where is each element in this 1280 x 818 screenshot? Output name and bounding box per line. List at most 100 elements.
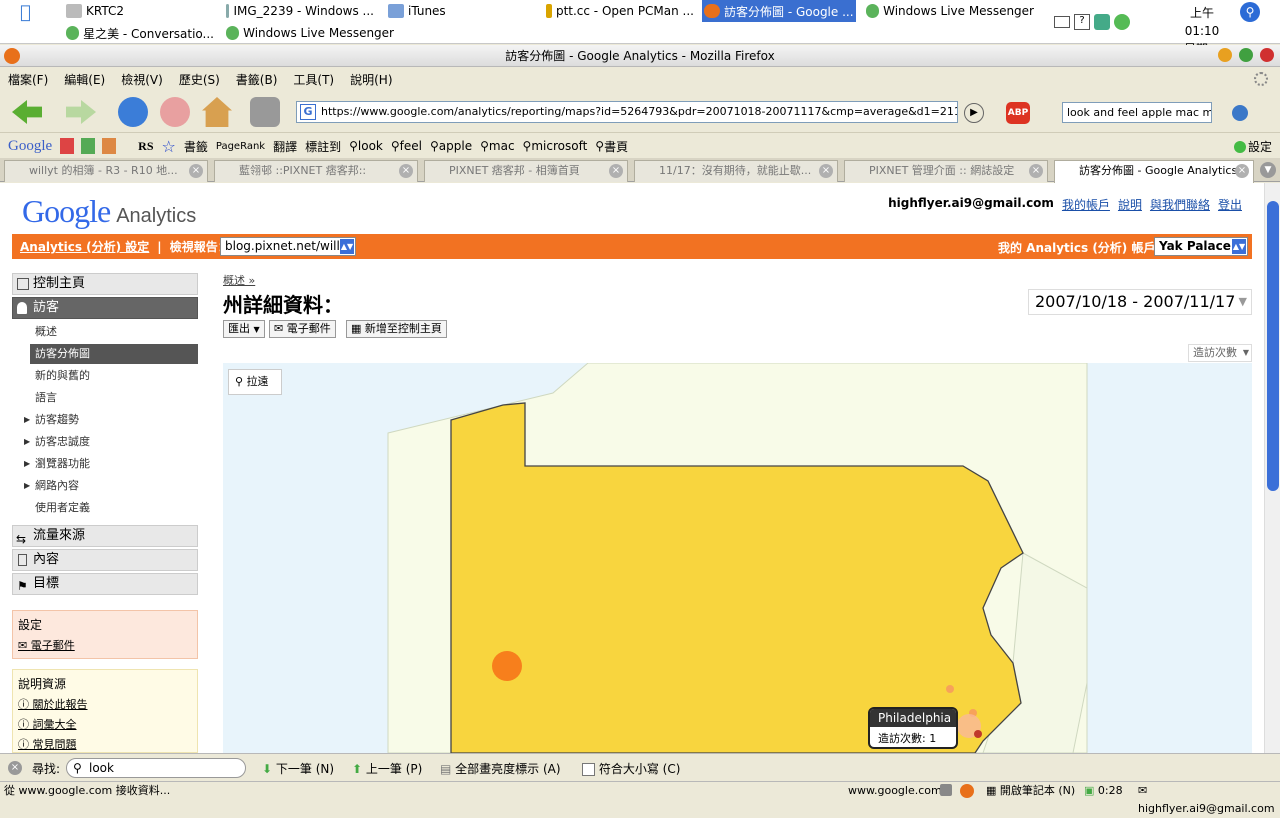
stop-icon[interactable] — [160, 97, 190, 127]
rs-button[interactable]: RS — [138, 139, 153, 154]
scrollbar-thumb[interactable] — [1267, 201, 1279, 491]
sidebar-traffic-sources[interactable]: ⇆ 流量來源 — [12, 525, 198, 547]
firefox-status-icon[interactable] — [960, 784, 974, 798]
adblock-icon[interactable]: ABP — [1006, 102, 1030, 124]
search-engine-icon[interactable] — [1232, 105, 1248, 121]
menu-edit[interactable]: 編輯(E) — [64, 71, 105, 88]
search-look-button[interactable]: ⚲ look — [349, 139, 383, 153]
visit-marker-1[interactable] — [492, 651, 522, 681]
translate-button[interactable]: 翻譯 — [273, 138, 297, 155]
reload-icon[interactable] — [118, 97, 148, 127]
task-analytics[interactable]: 訪客分佈圖 - Google ... — [702, 0, 856, 22]
menu-view[interactable]: 檢視(V) — [121, 71, 163, 88]
search-apple-button[interactable]: ⚲ apple — [430, 139, 472, 153]
menu-bookmarks[interactable]: 書籤(B) — [236, 71, 278, 88]
find-next-button[interactable]: ⬇ 下一筆 (N) — [262, 760, 334, 777]
maximize-button[interactable] — [1239, 48, 1253, 62]
bookmarks-button[interactable]: 書籤 — [184, 138, 208, 155]
back-icon[interactable] — [12, 100, 42, 124]
menu-file[interactable]: 檔案(F) — [8, 71, 48, 88]
email-button[interactable]: ✉ 電子郵件 — [269, 320, 336, 338]
task-itunes[interactable]: iTunes — [386, 0, 536, 22]
close-tab-icon[interactable]: × — [1029, 164, 1043, 178]
task-conversation[interactable]: 星之美 - Conversatio... — [64, 22, 214, 44]
sidebar-visitors[interactable]: 訪客 — [12, 297, 198, 319]
sidebar-overview[interactable]: 概述 — [30, 322, 198, 342]
close-tab-icon[interactable]: × — [189, 164, 203, 178]
buddy-icon[interactable] — [1114, 14, 1130, 30]
email-settings-link[interactable]: ✉ 電子郵件 — [18, 637, 192, 653]
analytics-settings-link[interactable]: Analytics (分析) 設定 — [20, 238, 149, 255]
settings-button[interactable]: 設定 — [1234, 138, 1272, 155]
gmail-notifier[interactable]: ✉ highflyer.ai9@gmail.com — [1138, 782, 1280, 818]
sidebar-goals[interactable]: ⚑ 目標 — [12, 573, 198, 595]
tab-pixnet-album[interactable]: PIXNET 痞客邦 - 相簿首頁 × — [424, 160, 628, 182]
close-button[interactable] — [1260, 48, 1274, 62]
help-link[interactable]: 說明 — [1118, 196, 1142, 213]
sidebar-new-vs-returning[interactable]: 新的與舊的 — [30, 366, 198, 386]
highlight-all-button[interactable]: ▤ 全部畫亮度標示 (A) — [440, 760, 561, 777]
search-field[interactable]: look and feel apple mac mi — [1062, 102, 1212, 123]
spotlight-icon[interactable]: ⚲ — [1240, 2, 1260, 22]
tab-list-icon[interactable]: ▼ — [1260, 162, 1276, 178]
help-faq[interactable]: ⓘ 常見問題 — [18, 736, 192, 752]
highlight-button[interactable]: 標註到 — [305, 138, 341, 155]
help-icon[interactable]: ? — [1074, 14, 1090, 30]
sidebar-map-overlay[interactable]: 訪客分佈圖 — [30, 344, 198, 364]
contact-link[interactable]: 與我們聯絡 — [1150, 196, 1210, 213]
metric-select[interactable]: 造訪次數 ▼ — [1188, 344, 1252, 362]
close-tab-icon[interactable]: × — [819, 164, 833, 178]
menu-tools[interactable]: 工具(T) — [293, 71, 334, 88]
task-krtc2[interactable]: KRTC2 — [64, 0, 214, 22]
tab-willyt-album[interactable]: willyt 的相簿 - R3 - R10 地... × — [4, 160, 208, 182]
task-messenger[interactable]: Windows Live Messenger — [864, 0, 1034, 22]
close-find-icon[interactable]: × — [8, 761, 22, 775]
google-analytics-logo[interactable]: Google Analytics — [22, 193, 196, 230]
tab-1117[interactable]: 11/17：沒有期待，就能止歇... × — [634, 160, 838, 182]
timer-display[interactable]: ▣ 0:28 — [1084, 782, 1123, 800]
task-messenger-2[interactable]: Windows Live Messenger — [224, 22, 394, 44]
google-toolbar-logo[interactable]: Google — [8, 138, 52, 155]
apple-icon[interactable]:  — [20, 2, 38, 23]
help-glossary[interactable]: ⓘ 詞彙大全 — [18, 716, 192, 732]
date-range-picker[interactable]: 2007/10/18 - 2007/11/17 ▼ — [1028, 289, 1252, 315]
find-prev-button[interactable]: ⬆ 上一筆 (P) — [352, 760, 422, 777]
pagerank-button[interactable]: PageRank — [216, 141, 265, 152]
notes-button[interactable]: ▦ 開啟筆記本 (N) — [986, 782, 1075, 800]
task-img2239[interactable]: IMG_2239 - Windows ... — [224, 0, 374, 22]
forward-icon[interactable] — [66, 100, 96, 124]
sidebar-content[interactable]: 內容 — [12, 549, 198, 571]
geo-map[interactable]: ⚲ 拉遠 Philadelphia 造訪次數: 1 — [223, 363, 1252, 753]
sidebar-user-defined[interactable]: 使用者定義 — [30, 498, 198, 518]
menu-history[interactable]: 歷史(S) — [179, 71, 220, 88]
close-tab-icon[interactable]: × — [609, 164, 623, 178]
sign-out-link[interactable]: 登出 — [1218, 196, 1242, 213]
tab-analytics[interactable]: 訪客分佈圖 - Google Analytics × — [1054, 160, 1254, 183]
lock-icon[interactable] — [940, 784, 952, 796]
find-input[interactable]: ⚲ look — [66, 758, 246, 778]
close-tab-icon[interactable]: × — [399, 164, 413, 178]
task-pcman[interactable]: ptt.cc - Open PCMan ... — [544, 0, 694, 22]
my-account-link[interactable]: 我的帳戶 — [1062, 196, 1110, 213]
search-feel-button[interactable]: ⚲ feel — [391, 139, 422, 153]
home-icon[interactable] — [202, 97, 232, 127]
sidebar-visitor-trending[interactable]: ▶ 訪客趨勢 — [24, 410, 198, 430]
breadcrumb[interactable]: 概述 » — [223, 272, 255, 288]
extension-icon[interactable] — [250, 97, 280, 127]
tab-lanling[interactable]: 藍翎邨 ::PIXNET 痞客邦:: × — [214, 160, 418, 182]
close-tab-icon[interactable]: × — [1235, 164, 1249, 178]
menu-help[interactable]: 說明(H) — [350, 71, 392, 88]
vertical-scrollbar[interactable] — [1264, 183, 1280, 753]
url-bar[interactable]: G https://www.google.com/analytics/repor… — [296, 101, 958, 123]
network-icon[interactable] — [1094, 14, 1110, 30]
star-icon[interactable]: ☆ — [162, 137, 176, 156]
map-svg[interactable] — [223, 363, 1252, 753]
tab-pixnet-admin[interactable]: PIXNET 管理介面 :: 網誌設定 × — [844, 160, 1048, 182]
add-to-dashboard-button[interactable]: ▦ 新增至控制主頁 — [346, 320, 447, 338]
match-case-checkbox[interactable]: 符合大小寫 (C) — [582, 760, 680, 777]
keyboard-icon[interactable] — [1054, 16, 1070, 28]
account-select[interactable]: Yak Palace. ▲▼ — [1154, 237, 1248, 256]
sidebar-network-properties[interactable]: ▶ 網路內容 — [24, 476, 198, 496]
export-button[interactable]: 匯出 ▼ — [223, 320, 265, 338]
go-icon[interactable]: ▶ — [964, 103, 984, 123]
